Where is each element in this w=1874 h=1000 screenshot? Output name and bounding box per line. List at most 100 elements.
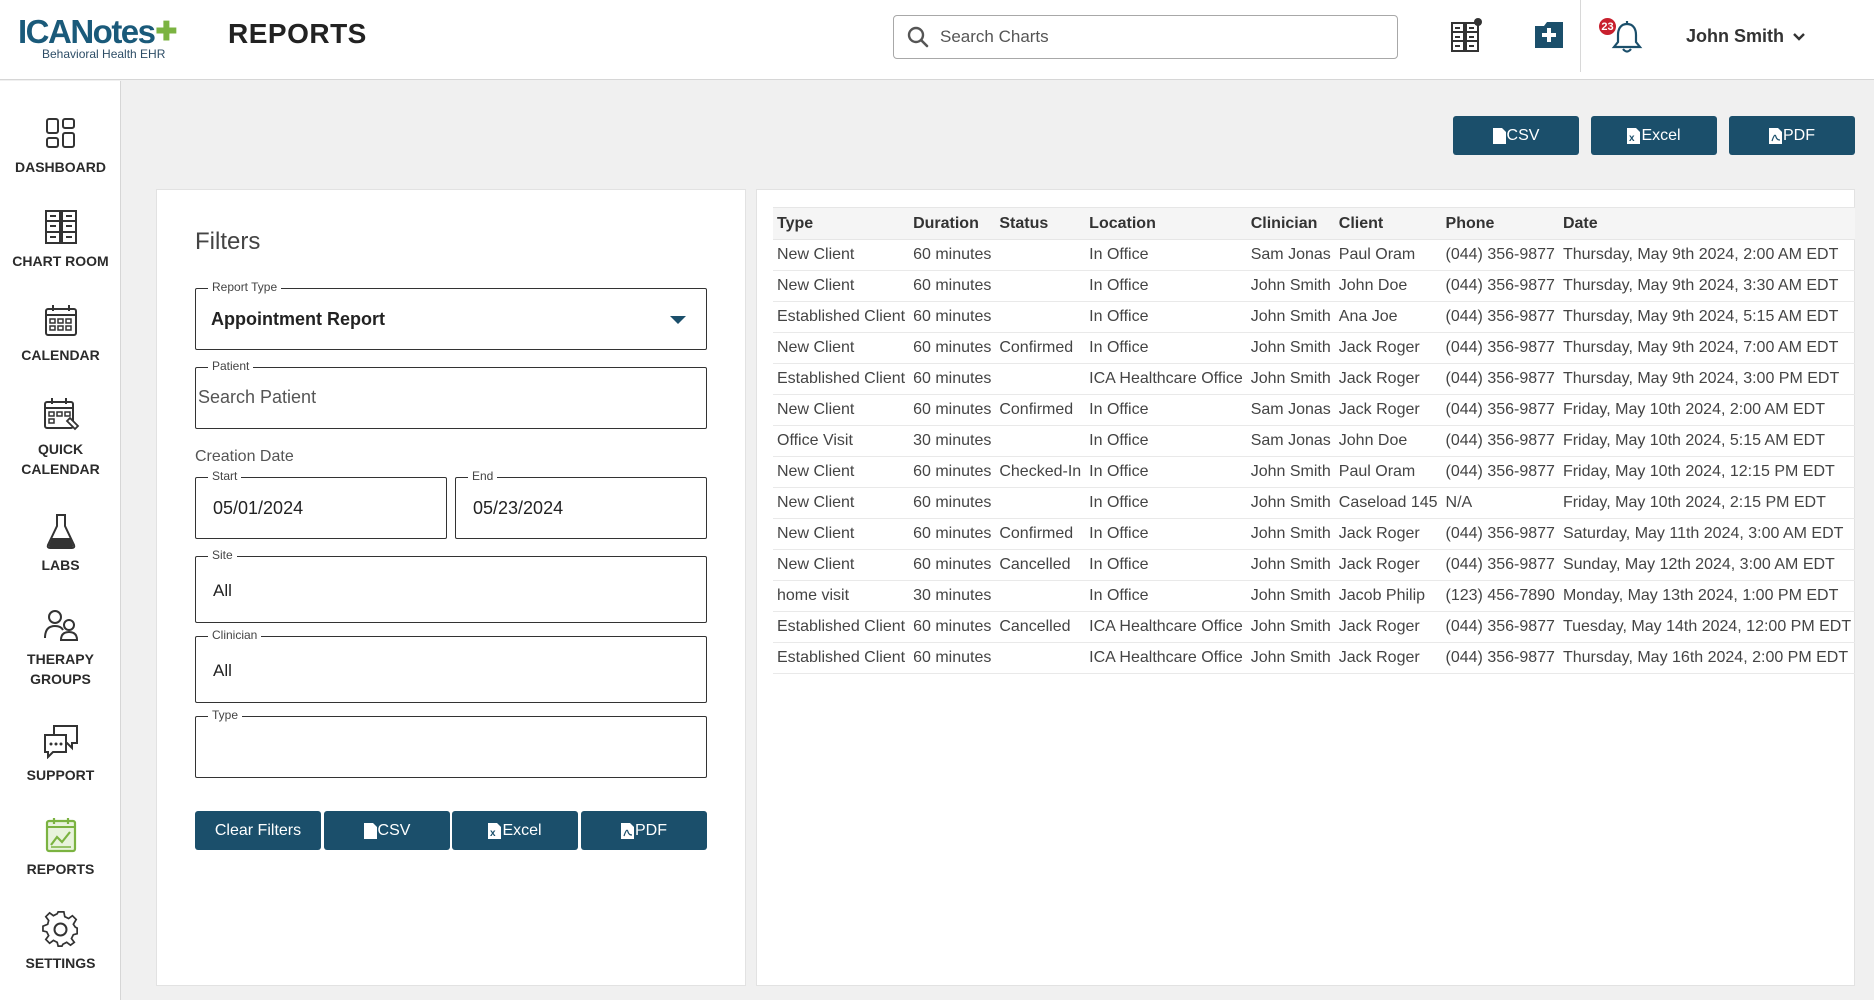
table-cell-location: ICA Healthcare Office (1085, 642, 1247, 674)
table-cell-clinician: John Smith (1246, 518, 1335, 550)
calendar-icon (41, 301, 81, 341)
filter-pdf-button[interactable]: PDF (581, 811, 707, 850)
search-icon (907, 26, 929, 48)
patient-field[interactable]: Patient (195, 359, 707, 429)
table-row[interactable]: New Client 60 minutes Confirmed In Office Sa… (773, 394, 1856, 426)
patient-search-input[interactable] (198, 387, 657, 408)
table-row[interactable]: Established Client 60 minutes ICA Healthca… (773, 642, 1856, 674)
column-header-status[interactable]: Status (995, 207, 1086, 240)
report-type-select[interactable]: Report Type Appointment Report (195, 280, 707, 350)
table-row[interactable]: New Client 60 minutes In Office John Smith J… (773, 270, 1856, 302)
sidebar-item-chart-room[interactable]: CHART ROOM (0, 207, 121, 271)
table-cell-type: Established Client (773, 363, 910, 395)
table-cell-clinician: John Smith (1246, 549, 1335, 581)
sidebar-item-therapy-groups[interactable]: THERAPY GROUPS (0, 605, 121, 689)
table-row[interactable]: New Client 60 minutes Checked-In In Office J… (773, 456, 1856, 488)
table-cell-client: Jack Roger (1334, 549, 1442, 581)
table-row[interactable]: home visit 30 minutes In Office John Smith J… (773, 580, 1856, 612)
table-cell-status (995, 425, 1086, 457)
clear-filters-button[interactable]: Clear Filters (195, 811, 321, 850)
search-input[interactable] (940, 27, 1380, 47)
table-cell-phone: (123) 456-7890 (1441, 580, 1559, 612)
column-header-date[interactable]: Date (1558, 207, 1856, 240)
table-cell-status: Confirmed (995, 394, 1086, 426)
table-cell-client: Jack Roger (1334, 611, 1442, 643)
export-pdf-button[interactable]: PDF (1729, 116, 1855, 155)
export-excel-button[interactable]: x Excel (1591, 116, 1717, 155)
table-cell-client: Jack Roger (1334, 518, 1442, 550)
column-header-phone[interactable]: Phone (1441, 207, 1559, 240)
column-header-client[interactable]: Client (1334, 207, 1442, 240)
table-cell-client: John Doe (1334, 425, 1442, 457)
site-select[interactable]: Site All (195, 548, 707, 623)
table-row[interactable]: New Client 60 minutes Confirmed In Office Jo… (773, 332, 1856, 364)
table-cell-location: In Office (1085, 487, 1247, 519)
table-cell-clinician: Sam Jonas (1246, 425, 1335, 457)
table-cell-duration: 30 minutes (909, 580, 996, 612)
excel-file-icon: x (1627, 127, 1641, 144)
table-row[interactable]: New Client 60 minutes In Office John Smith C… (773, 487, 1856, 519)
sidebar-item-support[interactable]: SUPPORT (0, 721, 121, 785)
sidebar-item-reports[interactable]: REPORTS (0, 815, 121, 879)
table-cell-type: New Client (773, 518, 910, 550)
table-cell-client: Ana Joe (1334, 301, 1442, 333)
top-header: ICANotes✚ Behavioral Health EHR REPORTS … (0, 0, 1874, 80)
end-date-field[interactable]: End 05/23/2024 (455, 469, 707, 539)
table-cell-location: ICA Healthcare Office (1085, 611, 1247, 643)
table-row[interactable]: New Client 60 minutes In Office Sam Jonas Pa… (773, 239, 1856, 271)
pdf-file-icon (621, 822, 634, 839)
table-cell-client: Jacob Philip (1334, 580, 1442, 612)
user-menu[interactable]: John Smith (1686, 26, 1806, 47)
table-row[interactable]: New Client 60 minutes Cancelled In Office Jo… (773, 549, 1856, 581)
type-select[interactable]: Type (195, 708, 707, 778)
table-cell-date: Thursday, May 9th 2024, 7:00 AM EDT (1558, 332, 1856, 364)
table-cell-date: Friday, May 10th 2024, 12:15 PM EDT (1558, 456, 1856, 488)
column-header-location[interactable]: Location (1085, 207, 1247, 240)
table-row[interactable]: Established Client 60 minutes In Office Joh… (773, 301, 1856, 333)
sidebar-item-dashboard[interactable]: DASHBOARD (0, 113, 121, 177)
table-cell-status (995, 301, 1086, 333)
table-cell-type: New Client (773, 487, 910, 519)
gear-icon (41, 909, 81, 949)
chat-icon (41, 721, 81, 761)
logo-subtitle: Behavioral Health EHR (42, 47, 166, 61)
sidebar-item-labs[interactable]: LABS (0, 511, 121, 575)
table-cell-type: Established Client (773, 611, 910, 643)
sidebar-label: THERAPY GROUPS (27, 651, 94, 687)
table-cell-location: In Office (1085, 332, 1247, 364)
table-cell-clinician: John Smith (1246, 332, 1335, 364)
table-row[interactable]: New Client 60 minutes Confirmed In Office Jo… (773, 518, 1856, 550)
column-header-duration[interactable]: Duration (909, 207, 996, 240)
sidebar-item-calendar[interactable]: CALENDAR (0, 301, 121, 365)
filter-excel-button[interactable]: x Excel (452, 811, 578, 850)
export-csv-button[interactable]: CSV (1453, 116, 1579, 155)
notification-badge[interactable]: 23 (1597, 16, 1618, 37)
table-row[interactable]: Established Client 60 minutes Cancelled ICA… (773, 611, 1856, 643)
table-cell-date: Thursday, May 16th 2024, 2:00 PM EDT (1558, 642, 1856, 674)
table-cell-date: Thursday, May 9th 2024, 5:15 AM EDT (1558, 301, 1856, 333)
add-chart-icon[interactable] (1530, 16, 1568, 54)
column-header-clinician[interactable]: Clinician (1246, 207, 1335, 240)
table-row[interactable]: Established Client 60 minutes ICA Healthca… (773, 363, 1856, 395)
dropdown-caret-icon (670, 316, 686, 324)
app-logo[interactable]: ICANotes✚ Behavioral Health EHR (18, 14, 198, 66)
sidebar-item-quick-calendar[interactable]: QUICK CALENDAR (0, 395, 121, 479)
patient-label: Patient (208, 359, 254, 373)
column-header-type[interactable]: Type (773, 207, 910, 240)
search-box[interactable] (893, 15, 1398, 59)
sidebar-label: SETTINGS (25, 955, 96, 971)
start-date-field[interactable]: Start 05/01/2024 (195, 469, 447, 539)
chart-room-alert-icon[interactable] (1447, 16, 1485, 54)
sidebar-item-settings[interactable]: SETTINGS (0, 909, 121, 973)
table-cell-location: ICA Healthcare Office (1085, 363, 1247, 395)
clinician-select[interactable]: Clinician All (195, 628, 707, 703)
table-cell-client: Jack Roger (1334, 642, 1442, 674)
type-label: Type (208, 708, 243, 722)
table-cell-location: In Office (1085, 580, 1247, 612)
table-cell-status (995, 270, 1086, 302)
table-cell-location: In Office (1085, 456, 1247, 488)
group-icon (41, 605, 81, 645)
table-row[interactable]: Office Visit 30 minutes In Office Sam Jonas… (773, 425, 1856, 457)
logo-cross-icon: ✚ (155, 16, 178, 46)
filter-csv-button[interactable]: CSV (324, 811, 450, 850)
